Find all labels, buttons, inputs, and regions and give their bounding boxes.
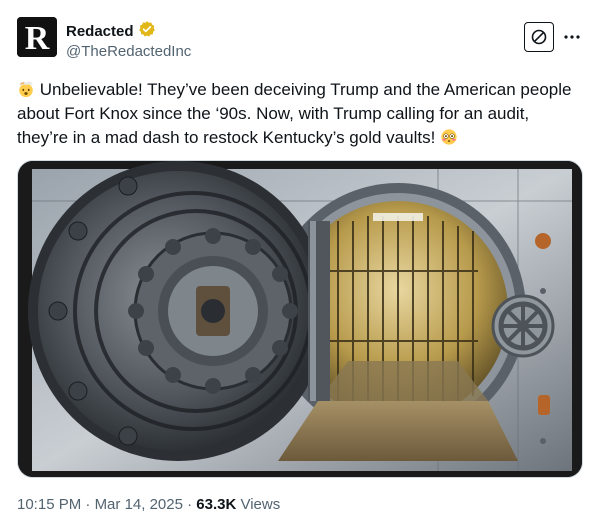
name-row: Redacted [66,20,191,43]
post-date[interactable]: Mar 14, 2025 [95,496,183,513]
verified-badge-icon[interactable] [138,20,156,43]
vault-illustration [18,161,582,477]
views-count[interactable]: 63.3K [196,496,236,513]
display-name[interactable]: Redacted [66,23,134,40]
exploding-head-emoji-icon [19,81,33,98]
views-label: Views [236,496,281,513]
post-card: R Redacted @TheRedactedInc Unbelievable!… [0,0,595,524]
post-body: Unbelievable! They’ve been deceiving Tru… [17,80,572,147]
meta-separator: · [81,496,95,513]
redacted-logo-icon: R [17,17,57,57]
handle[interactable]: @TheRedactedInc [66,43,191,60]
bank-vault-image[interactable] [17,160,583,478]
avatar-letter: R [25,20,50,57]
post-meta: 10:15 PM · Mar 14, 2025 · 63.3K Views [17,496,280,513]
ban-circle-icon[interactable] [524,22,554,52]
author-block: Redacted @TheRedactedInc [66,20,191,60]
avatar[interactable]: R [17,17,57,57]
more-horizontal-icon[interactable] [562,27,582,47]
post-time[interactable]: 10:15 PM [17,496,81,513]
flushed-face-emoji-icon [441,129,457,145]
meta-dot: · [182,496,197,513]
post-text: Unbelievable! They’ve been deceiving Tru… [17,78,577,150]
